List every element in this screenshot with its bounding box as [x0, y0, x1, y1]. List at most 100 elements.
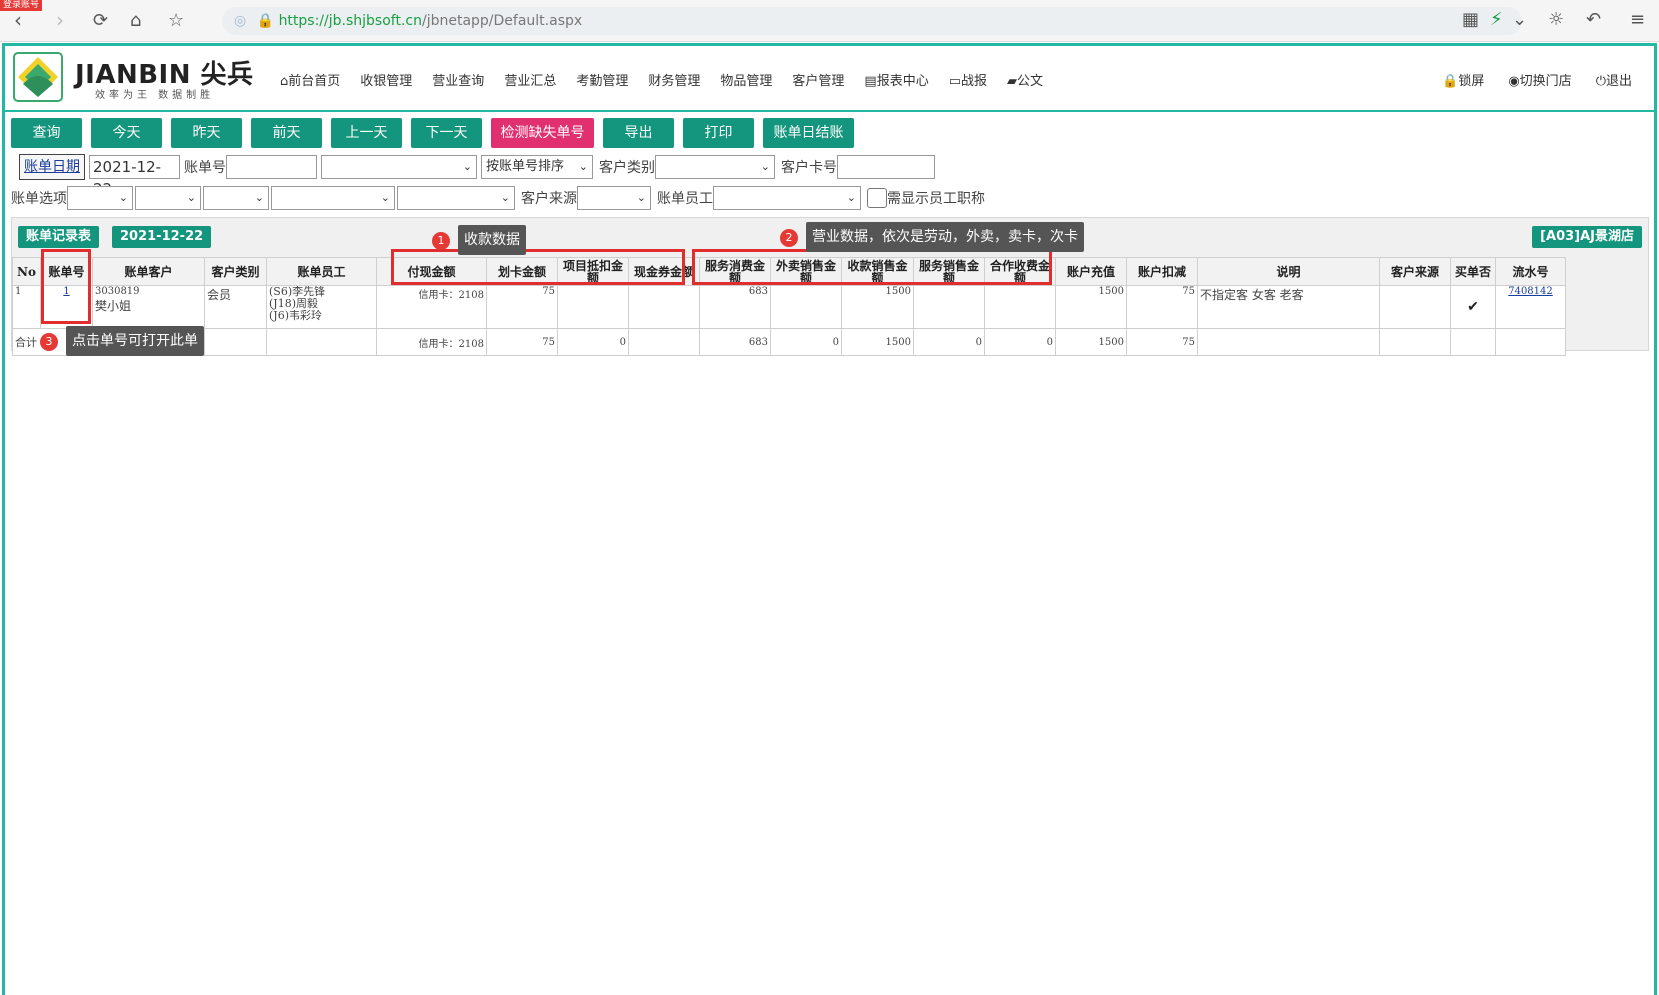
query-button[interactable]: 查询	[11, 118, 82, 148]
chevron-down-icon: ⌄	[462, 160, 472, 173]
menu-attendance[interactable]: 考勤管理	[566, 70, 638, 89]
cell-service: 683	[699, 285, 771, 329]
highlight-bill-no	[41, 249, 91, 324]
export-button[interactable]: 导出	[603, 118, 674, 148]
table-row: 1 1 3030819 樊小姐 会员 (S6)李先锋 (J18)周毅 (J6)韦彩玲 …	[12, 285, 1566, 329]
bill-option-select-3[interactable]: ⌄	[203, 186, 269, 210]
col-paid: 买单否	[1450, 257, 1496, 286]
menu-goods[interactable]: 物品管理	[710, 70, 782, 89]
menu-business-query[interactable]: 营业查询	[422, 70, 494, 89]
customer-code: 3030819	[95, 286, 140, 298]
sort-select[interactable]: 按账单号排序 ⌄	[481, 155, 593, 179]
menu-icon[interactable]: ≡	[1630, 9, 1645, 30]
bill-option-select-5[interactable]: ⌄	[397, 186, 515, 210]
report-title-tag: 账单记录表	[18, 226, 100, 248]
prev-day-button[interactable]: 上一天	[331, 118, 402, 148]
card-no-input[interactable]	[837, 155, 935, 179]
day-before-button[interactable]: 前天	[251, 118, 322, 148]
bill-staff-select[interactable]: ⌄	[713, 186, 861, 210]
bill-option-select-1[interactable]: ⌄	[67, 186, 133, 210]
show-title-label: 需显示员工职称	[887, 191, 985, 207]
back-icon[interactable]: ‹	[14, 8, 22, 32]
col-debit: 账户扣减	[1126, 257, 1198, 286]
cell-staff: (S6)李先锋 (J18)周毅 (J6)韦彩玲	[266, 285, 377, 329]
col-recharge: 账户充值	[1055, 257, 1127, 286]
daily-settle-button[interactable]: 账单日结账	[763, 118, 854, 148]
menu-finance[interactable]: 财务管理	[638, 70, 710, 89]
store-tag[interactable]: [A03]AJ景湖店	[1532, 226, 1642, 248]
bill-option-select-2[interactable]: ⌄	[135, 186, 201, 210]
cell-takeout	[770, 285, 842, 329]
qr-icon[interactable]: ▦	[1462, 9, 1479, 30]
home-icon[interactable]: ⌂	[130, 10, 141, 31]
cell-customer: 3030819 樊小姐	[92, 285, 205, 329]
bill-date-link[interactable]: 账单日期	[19, 154, 85, 180]
show-title-checkbox[interactable]	[867, 188, 887, 208]
report-date-tag: 2021-12-22	[112, 226, 212, 248]
customer-source-label: 客户来源	[521, 191, 577, 207]
menu-report-center[interactable]: ▤报表中心	[854, 70, 938, 89]
col-customer: 账单客户	[92, 257, 205, 286]
power-icon: ⏻	[1595, 74, 1606, 89]
cell-coupon	[628, 285, 700, 329]
forward-icon[interactable]: ›	[56, 8, 64, 32]
switch-store-button[interactable]: ◉切换门店	[1496, 70, 1583, 89]
brand-slogan: 效率为王 数据制胜	[95, 90, 215, 101]
customer-type-label: 客户类别	[599, 160, 655, 176]
bolt-icon[interactable]: ⚡	[1490, 9, 1503, 30]
app-header: JIANBIN 尖兵 效率为王 数据制胜 ⌂前台首页 收银管理 营业查询 营业汇…	[5, 46, 1654, 112]
today-button[interactable]: 今天	[91, 118, 162, 148]
total-coop: 0	[984, 328, 1056, 356]
cell-serial: 7408142	[1495, 285, 1566, 329]
annotation-callout-3: 点击单号可打开此单	[66, 326, 204, 356]
brightness-icon[interactable]: ☼	[1548, 9, 1564, 30]
location-icon: ◉	[1508, 74, 1520, 89]
card-no-label: 客户卡号	[781, 160, 837, 176]
next-day-button[interactable]: 下一天	[411, 118, 482, 148]
app-frame: JIANBIN 尖兵 效率为王 数据制胜 ⌂前台首页 收银管理 营业查询 营业汇…	[2, 43, 1657, 995]
menu-cashier[interactable]: 收银管理	[350, 70, 422, 89]
total-deduct: 0	[557, 328, 629, 356]
menu-business-summary[interactable]: 营业汇总	[494, 70, 566, 89]
bill-date-input[interactable]: 2021-12-22	[89, 155, 180, 198]
menu-front-home[interactable]: ⌂前台首页	[270, 70, 350, 89]
col-staff: 账单员工	[266, 257, 377, 286]
bookmark-star-icon[interactable]: ☆	[168, 10, 184, 31]
col-serial: 流水号	[1495, 257, 1566, 286]
menu-customer[interactable]: 客户管理	[782, 70, 854, 89]
bill-option-select-4[interactable]: ⌄	[271, 186, 395, 210]
bill-no-input[interactable]	[226, 155, 317, 179]
annotation-badge-3: 3	[40, 333, 58, 351]
action-toolbar: 查询 今天 昨天 前天 上一天 下一天 检测缺失单号 导出 打印 账单日结账	[11, 118, 854, 148]
lock-icon: 🔒	[256, 13, 275, 29]
cell-no: 1	[12, 285, 41, 329]
check-missing-button[interactable]: 检测缺失单号	[491, 118, 594, 148]
yesterday-button[interactable]: 昨天	[171, 118, 242, 148]
total-service-sale: 0	[913, 328, 985, 356]
total-collect: 1500	[841, 328, 914, 356]
undo-icon[interactable]: ↶	[1586, 9, 1601, 30]
lock-screen-button[interactable]: 🔒锁屏	[1430, 70, 1496, 89]
menu-document[interactable]: ▰公文	[997, 70, 1053, 89]
site-info-icon[interactable]: ◎	[234, 13, 246, 29]
customer-source-select[interactable]: ⌄	[577, 186, 651, 210]
cell-deduct	[557, 285, 629, 329]
logout-button[interactable]: ⏻退出	[1584, 70, 1644, 89]
address-bar[interactable]: ◎ 🔒 https://jb.shjbsoft.cn/jbnetapp/Defa…	[222, 7, 1522, 35]
print-button[interactable]: 打印	[683, 118, 754, 148]
right-menu: 🔒锁屏 ◉切换门店 ⏻退出	[1430, 70, 1644, 89]
bill-no-label: 账单号	[184, 160, 226, 176]
reload-icon[interactable]: ⟳	[93, 10, 108, 31]
customer-type-select[interactable]: ⌄	[655, 155, 775, 179]
cell-collect: 1500	[841, 285, 914, 329]
book-icon: ▰	[1007, 74, 1018, 89]
serial-link[interactable]: 7408142	[1508, 287, 1553, 298]
cell-customer-type: 会员	[204, 285, 267, 329]
chevron-down-icon: ⌄	[636, 191, 646, 204]
col-source: 客户来源	[1379, 257, 1451, 286]
filter-row-2: 账单选项 ⌄ ⌄ ⌄ ⌄ ⌄ 客户来源 ⌄ 账单员工 ⌄ 需显示员工职称	[11, 186, 985, 210]
dropdown-icon[interactable]: ⌄	[1512, 9, 1527, 30]
menu-battle-report[interactable]: ▭战报	[939, 70, 997, 89]
total-cash: 信用卡：2108	[376, 328, 487, 356]
select-filter-1[interactable]: ⌄	[321, 155, 477, 179]
